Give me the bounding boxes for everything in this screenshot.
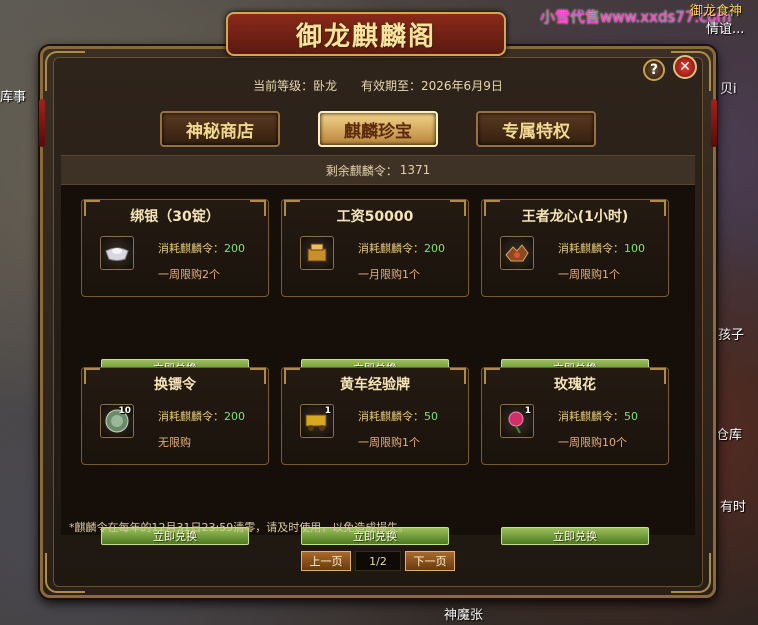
prev-page-button[interactable]: 上一页 (301, 551, 351, 571)
item-quantity: 1 (324, 406, 331, 416)
item-quantity: 10 (118, 406, 131, 416)
tab-bar: 神秘商店 麒麟珍宝 专属特权 (43, 111, 713, 147)
redeem-button[interactable]: 立即兑换 (501, 527, 649, 545)
cost-value: 100 (624, 242, 645, 255)
window-title-plaque: 御龙麒麟阁 (226, 12, 506, 56)
item-card: 换镖令 10 消耗麒麟令：200 无限购 (81, 367, 269, 465)
cost-value: 200 (224, 242, 245, 255)
remaining-tokens-bar: 剩余麒麟令： 1371 (61, 155, 695, 185)
item-icon-slot[interactable]: 1 (300, 404, 334, 438)
cost-label: 消耗麒麟令： (558, 242, 624, 255)
item-title: 换镖令 (82, 368, 268, 394)
pagination: 上一页 1/2 下一页 (43, 551, 713, 571)
item-grid: 绑银（30锭） 消耗麒麟令：200 一周限购2个 立即兑换 工资50000 (61, 185, 695, 545)
expiry-date: 有效期至：2026年6月9日 (361, 79, 503, 93)
header-info: 当前等级：卧龙 有效期至：2026年6月9日 (43, 77, 713, 94)
item-card: 黄车经验牌 1 消耗麒麟令：50 一周限购1个 (281, 367, 469, 465)
qilin-pavilion-window: 当前等级：卧龙 有效期至：2026年6月9日 ? ✕ 神秘商店 麒麟珍宝 专属特… (39, 46, 717, 598)
item-icon-slot[interactable] (100, 236, 134, 270)
scene-label-bottom: 神魔张 (444, 608, 484, 623)
item-cost: 消耗麒麟令：100 (558, 240, 645, 256)
scene-label-right-1: 御龙食神 (690, 4, 743, 19)
scene-label-right-2: 情谊... (706, 22, 745, 37)
cost-label: 消耗麒麟令： (358, 410, 424, 423)
item-limit: 无限购 (158, 436, 191, 449)
cost-value: 200 (424, 242, 445, 255)
item-card: 绑银（30锭） 消耗麒麟令：200 一周限购2个 (81, 199, 269, 297)
scene-label-left: 库事 (0, 90, 27, 105)
item-cost: 消耗麒麟令：50 (358, 408, 438, 424)
window-title: 御龙麒麟阁 (295, 21, 436, 52)
cost-value: 50 (624, 410, 638, 423)
cost-value: 50 (424, 410, 438, 423)
close-button[interactable]: ✕ (673, 55, 697, 79)
cost-value: 200 (224, 410, 245, 423)
item-icon-slot[interactable] (300, 236, 334, 270)
question-icon: ? (649, 62, 659, 78)
item-limit: 一周限购10个 (558, 436, 627, 449)
current-level: 当前等级：卧龙 (253, 79, 338, 93)
scene-label-right-6: 有时 (720, 500, 747, 515)
remaining-value: 1371 (399, 163, 431, 177)
item-cost: 消耗麒麟令：200 (358, 240, 445, 256)
close-icon: ✕ (679, 59, 691, 75)
remaining-label: 剩余麒麟令： (325, 163, 398, 178)
dragon-heart-icon (505, 244, 529, 262)
page-indicator: 1/2 (355, 551, 401, 571)
tab-qilin-treasure[interactable]: 麒麟珍宝 (318, 111, 438, 147)
scene-label-right-3: 贝i (720, 82, 737, 97)
item-cost: 消耗麒麟令：200 (158, 408, 245, 424)
item-card: 王者龙心(1小时) 消耗麒麟令：100 一周限购1个 (481, 199, 669, 297)
item-cost: 消耗麒麟令：50 (558, 408, 638, 424)
item-limit: 一月限购1个 (358, 268, 420, 281)
item-card: 玫瑰花 1 消耗麒麟令：50 一周限购10个 (481, 367, 669, 465)
silver-ingot-icon (105, 247, 129, 261)
item-icon-slot[interactable]: 1 (500, 404, 534, 438)
item-limit: 一周限购1个 (358, 436, 420, 449)
reset-notice: *麒麟令在每年的12月31日23:59清零，请及时使用，以免造成损失。 (69, 521, 410, 534)
next-page-button[interactable]: 下一页 (405, 551, 455, 571)
item-icon-slot[interactable]: 10 (100, 404, 134, 438)
tab-exclusive-privilege[interactable]: 专属特权 (476, 111, 596, 147)
scene-label-right-5: 仓库 (716, 428, 743, 443)
cost-label: 消耗麒麟令： (358, 242, 424, 255)
cost-label: 消耗麒麟令： (558, 410, 624, 423)
item-title: 黄车经验牌 (282, 368, 468, 394)
item-quantity: 1 (524, 406, 531, 416)
item-title: 玫瑰花 (482, 368, 668, 394)
cost-label: 消耗麒麟令： (158, 410, 224, 423)
tab-mystery-shop[interactable]: 神秘商店 (160, 111, 280, 147)
help-button[interactable]: ? (643, 59, 665, 81)
item-cost: 消耗麒麟令：200 (158, 240, 245, 256)
scene-label-right-4: 孩子 (718, 328, 745, 343)
cost-label: 消耗麒麟令： (158, 242, 224, 255)
item-title: 工资50000 (282, 200, 468, 226)
item-icon-slot[interactable] (500, 236, 534, 270)
salary-box-icon (307, 243, 327, 262)
item-limit: 一周限购1个 (558, 268, 620, 281)
item-card: 工资50000 消耗麒麟令：200 一月限购1个 (281, 199, 469, 297)
item-title: 绑银（30锭） (82, 200, 268, 226)
item-title: 王者龙心(1小时) (482, 200, 668, 226)
item-limit: 一周限购2个 (158, 268, 220, 281)
